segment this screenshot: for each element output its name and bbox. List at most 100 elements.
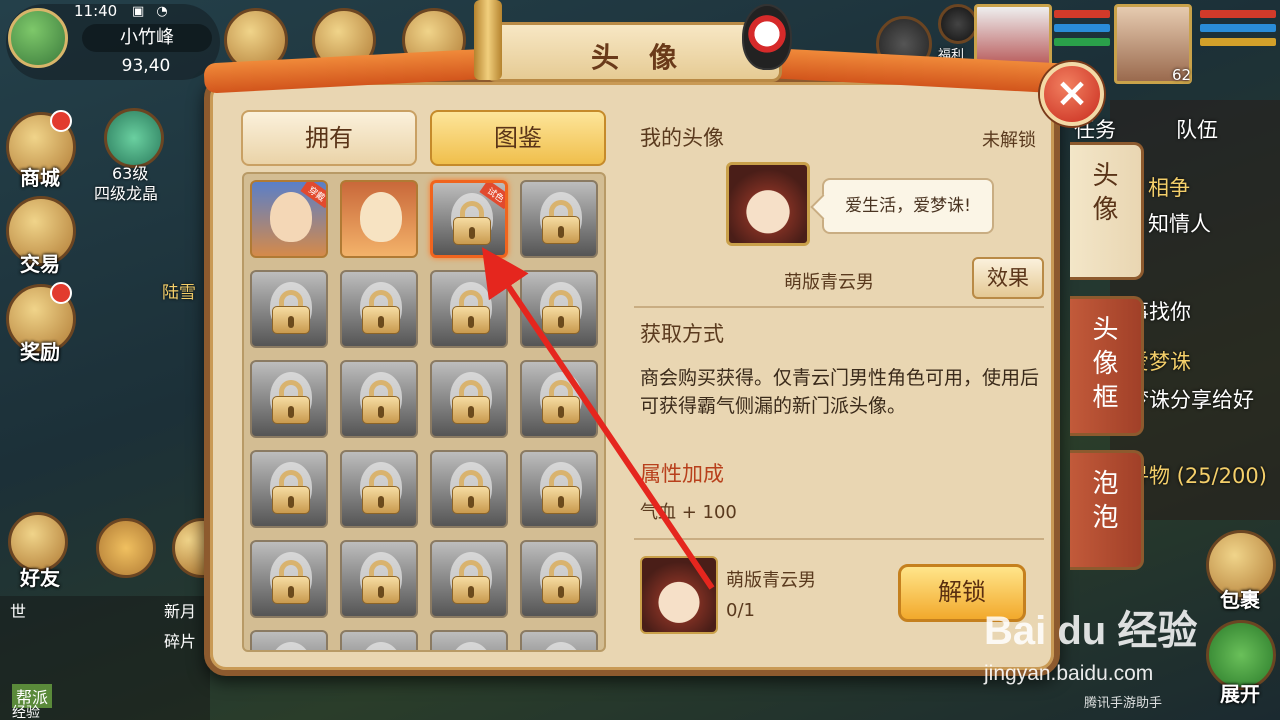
exp-label: 经验: [12, 705, 40, 720]
tab-avatar-label: 头像: [1092, 161, 1119, 225]
tab-avatar-frame-label: 头像框: [1092, 315, 1119, 413]
player-hp-bar: [1200, 10, 1276, 18]
avatar-cell[interactable]: [520, 270, 598, 348]
lock-icon: [272, 470, 310, 514]
lock-status: 未解锁: [982, 130, 1036, 151]
avatar-cell[interactable]: [250, 450, 328, 528]
trade-label[interactable]: 交易: [0, 248, 80, 277]
quest-text: 知情人: [1148, 212, 1211, 236]
obtain-title: 获取方式: [640, 322, 724, 346]
avatar-cell[interactable]: [250, 270, 328, 348]
npc-name: 陆雪: [162, 283, 196, 303]
avatar-cell[interactable]: [340, 270, 418, 348]
lock-icon: [362, 290, 400, 334]
avatar-face: [270, 642, 312, 650]
watermark-url: jingyan.baidu.com: [984, 662, 1154, 685]
watermark-sub: 腾讯手游助手: [1084, 696, 1163, 711]
unlock-item-icon: [640, 556, 718, 634]
avatar-cell[interactable]: [340, 630, 418, 652]
quest-title[interactable]: 寻物 (25/200): [1128, 460, 1267, 490]
lock-icon: [452, 560, 490, 604]
map-icon[interactable]: [8, 8, 68, 68]
avatar-cell[interactable]: [520, 360, 598, 438]
avatar-cell[interactable]: [340, 540, 418, 618]
lock-icon: [453, 201, 491, 245]
my-avatar-label: 我的头像: [640, 126, 724, 150]
tab-own[interactable]: 拥有: [241, 110, 417, 166]
lock-icon: [542, 200, 580, 244]
lock-icon: [362, 560, 400, 604]
avatar-cell[interactable]: [430, 540, 508, 618]
speech-bubble: 爱生活，爱梦诛!: [822, 178, 994, 234]
lock-icon: [272, 650, 310, 652]
player-mp-bar: [1200, 24, 1276, 32]
avatar-cell[interactable]: [520, 450, 598, 528]
avatar-cell[interactable]: 穿戴: [250, 180, 328, 258]
avatar-face: [360, 192, 402, 242]
avatar-cell[interactable]: [340, 360, 418, 438]
close-button[interactable]: ×: [1040, 62, 1104, 126]
scroll-decoration: [474, 0, 502, 80]
avatar-cell[interactable]: [430, 270, 508, 348]
friends-label[interactable]: 好友: [0, 562, 80, 591]
chat-text: 新月: [164, 602, 197, 621]
avatar-cell[interactable]: [250, 540, 328, 618]
status-icons: ▣ ◔: [132, 4, 172, 19]
tab-avatar-frame[interactable]: 头像框: [1070, 296, 1144, 436]
tab-bubble[interactable]: 泡泡: [1070, 450, 1144, 570]
close-icon: ×: [1055, 70, 1089, 116]
avatar-cell[interactable]: [520, 540, 598, 618]
shop-label[interactable]: 商城: [0, 162, 80, 191]
lock-icon: [542, 470, 580, 514]
expand-label[interactable]: 展开: [1200, 678, 1280, 707]
team-tab[interactable]: 队伍: [1176, 114, 1218, 144]
avatar-face: [270, 192, 312, 242]
lock-icon: [452, 650, 490, 652]
dragon-crystal-icon[interactable]: [104, 108, 164, 168]
avatar-cell[interactable]: [340, 180, 418, 258]
avatar-cell[interactable]: [430, 360, 508, 438]
avatar-face: [540, 642, 582, 650]
lock-icon: [542, 560, 580, 604]
pet-mp-bar: [1054, 24, 1110, 32]
lock-icon: [272, 380, 310, 424]
lock-icon: [362, 650, 400, 652]
avatar-cell[interactable]: [520, 630, 598, 650]
reward-label[interactable]: 奖励: [0, 336, 80, 365]
notification-dot: [50, 282, 72, 304]
avatar-cell[interactable]: [250, 630, 328, 652]
avatar-face: [450, 642, 492, 650]
clock-time: 11:40: [74, 2, 118, 20]
avatar-cell[interactable]: 试色: [430, 180, 508, 258]
location-name: 小竹峰: [82, 24, 212, 52]
chat-icon[interactable]: [96, 518, 156, 578]
obtain-description: 商会购买获得。仅青云门男性角色可用，使用后可获得霸气侧漏的新门派头像。: [640, 367, 1040, 417]
divider: [634, 538, 1044, 540]
divider: [634, 306, 1044, 308]
avatar-cell[interactable]: [430, 450, 508, 528]
effect-button[interactable]: 效果: [972, 257, 1044, 299]
tab-bubble-label: 泡泡: [1092, 469, 1119, 533]
avatar-cell[interactable]: [520, 180, 598, 258]
avatar-cell[interactable]: [250, 360, 328, 438]
avatar-cell[interactable]: [430, 630, 508, 652]
avatar-face: [360, 642, 402, 650]
lock-icon: [542, 380, 580, 424]
dialog-title: 头像: [590, 41, 707, 74]
attribute-title: 属性加成: [640, 462, 724, 486]
chat-text: 碎片: [164, 632, 197, 651]
avatar-cell[interactable]: [340, 450, 418, 528]
tab-avatar[interactable]: 头像: [1070, 142, 1144, 280]
opera-mask-icon: [742, 4, 792, 70]
quest-title[interactable]: 相争: [1148, 172, 1190, 202]
penguin-icon[interactable]: [938, 4, 978, 44]
avatar-grid[interactable]: 穿戴 试色: [242, 172, 606, 652]
lock-icon: [452, 380, 490, 424]
lock-icon: [452, 290, 490, 334]
tab-catalog[interactable]: 图鉴: [430, 110, 606, 166]
lock-icon: [272, 560, 310, 604]
chat-channel: 世: [10, 602, 27, 621]
watermark-brand: Bai du 经验: [984, 609, 1198, 653]
bag-label[interactable]: 包裹: [1200, 584, 1280, 613]
dragon-label: 四级龙晶: [94, 184, 159, 203]
